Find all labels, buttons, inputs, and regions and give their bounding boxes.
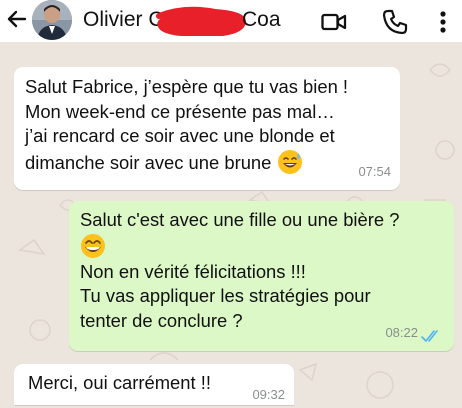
avatar[interactable] <box>32 0 72 40</box>
redaction-scribble <box>156 6 247 36</box>
back-arrow-icon[interactable] <box>5 7 29 31</box>
contact-name-first: Olivier C <box>83 8 164 31</box>
message-text: Merci, oui carrément !! <box>28 372 211 393</box>
sweat-smile-emoji <box>277 149 302 174</box>
contact-name-last: Coa <box>242 8 281 31</box>
read-receipt-icon <box>421 330 438 342</box>
avatar-photo <box>32 0 72 40</box>
video-call-icon[interactable] <box>320 8 348 36</box>
message-time: 07:54 <box>358 163 391 179</box>
message-bubble-incoming[interactable]: Merci, oui carrément !! 09:32 <box>14 364 294 405</box>
message-text: Salut c'est avec une fille ou une bière … <box>80 209 400 230</box>
message-text: Salut Fabrice, j’espère que tu vas bien … <box>25 76 349 97</box>
message-text: j’ai rencard ce soir avec une blonde et <box>25 125 335 146</box>
message-bubble-incoming[interactable]: Salut Fabrice, j’espère que tu vas bien … <box>14 67 400 190</box>
message-text: Non en vérité félicitations !!! <box>80 260 306 282</box>
chat-header: Olivier C Coa <box>0 0 462 42</box>
message-bubble-outgoing[interactable]: Salut c'est avec une fille ou une bière … <box>69 201 454 351</box>
message-time: 08:22 <box>385 324 418 340</box>
contact-name[interactable]: Olivier C Coa <box>83 6 313 36</box>
message-text: Tu vas appliquer les stratégies pour <box>80 285 371 306</box>
more-vert-icon[interactable] <box>433 8 453 36</box>
grin-emoji <box>81 233 105 258</box>
phone-icon[interactable] <box>381 8 409 36</box>
message-text: Mon week-end ce présente pas mal… <box>25 100 335 122</box>
message-time: 09:32 <box>252 387 285 402</box>
message-text: tenter de conclure ? <box>80 309 243 331</box>
message-text: dimanche soir avec une brune <box>25 151 272 173</box>
